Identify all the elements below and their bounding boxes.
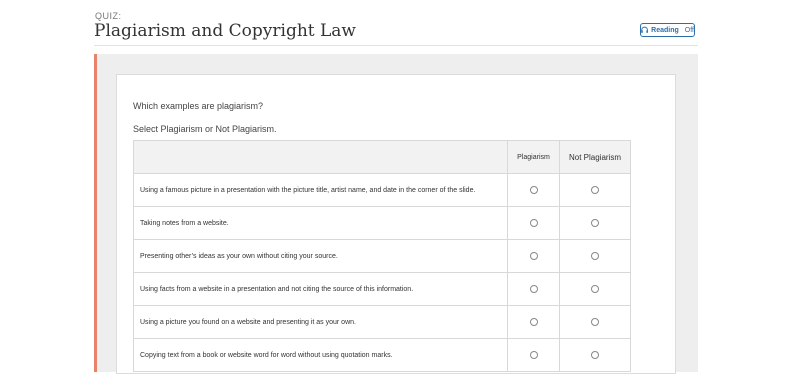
reading-state: Off bbox=[684, 26, 694, 34]
radio-button[interactable] bbox=[529, 186, 538, 194]
radio-button[interactable] bbox=[529, 351, 538, 359]
table-header-row: Plagiarism Not Plagiarism bbox=[133, 140, 631, 174]
quiz-content-area: Which examples are plagiarism? Select Pl… bbox=[94, 54, 698, 374]
radio-button[interactable] bbox=[529, 285, 538, 293]
radio-button[interactable] bbox=[591, 252, 599, 260]
question-card: Which examples are plagiarism? Select Pl… bbox=[116, 74, 676, 374]
radio-button[interactable] bbox=[591, 285, 599, 293]
statement-text: Presenting other’s ideas as your own wit… bbox=[133, 239, 508, 273]
plagiarism-option[interactable] bbox=[507, 305, 560, 339]
question-prompt: Which examples are plagiarism? bbox=[133, 101, 264, 111]
radio-button[interactable] bbox=[591, 318, 599, 326]
radio-button[interactable] bbox=[529, 252, 538, 260]
plagiarism-column-header: Plagiarism bbox=[507, 140, 560, 174]
reading-label: Reading bbox=[651, 26, 679, 34]
radio-button[interactable] bbox=[591, 219, 599, 227]
accent-bar bbox=[94, 54, 97, 372]
reading-toggle-button[interactable]: Reading Off bbox=[640, 23, 695, 37]
not-plagiarism-option[interactable] bbox=[559, 272, 631, 306]
plagiarism-option[interactable] bbox=[507, 173, 560, 207]
radio-button[interactable] bbox=[529, 318, 538, 326]
plagiarism-option[interactable] bbox=[507, 272, 560, 306]
not-plagiarism-option[interactable] bbox=[559, 206, 631, 240]
answer-table: Plagiarism Not Plagiarism Using a famous… bbox=[133, 140, 631, 372]
statement-text: Using a picture you found on a website a… bbox=[133, 305, 508, 339]
radio-button[interactable] bbox=[591, 186, 599, 194]
table-row: Presenting other’s ideas as your own wit… bbox=[133, 239, 631, 273]
page-title: Plagiarism and Copyright Law bbox=[94, 21, 356, 41]
statement-column-header bbox=[133, 140, 508, 174]
radio-button[interactable] bbox=[529, 219, 538, 227]
not-plagiarism-option[interactable] bbox=[559, 305, 631, 339]
statement-text: Copying text from a book or website word… bbox=[133, 338, 508, 372]
plagiarism-option[interactable] bbox=[507, 239, 560, 273]
not-plagiarism-option[interactable] bbox=[559, 173, 631, 207]
table-row: Using a picture you found on a website a… bbox=[133, 305, 631, 339]
table-row: Using facts from a website in a presenta… bbox=[133, 272, 631, 306]
plagiarism-option[interactable] bbox=[507, 338, 560, 372]
not-plagiarism-column-header: Not Plagiarism bbox=[559, 140, 631, 174]
table-row: Taking notes from a website. bbox=[133, 206, 631, 240]
statement-text: Taking notes from a website. bbox=[133, 206, 508, 240]
quiz-label: QUIZ: bbox=[95, 11, 122, 21]
header-divider bbox=[94, 45, 698, 46]
question-instruction: Select Plagiarism or Not Plagiarism. bbox=[133, 124, 277, 134]
not-plagiarism-option[interactable] bbox=[559, 338, 631, 372]
table-row: Using a famous picture in a presentation… bbox=[133, 173, 631, 207]
plagiarism-option[interactable] bbox=[507, 206, 560, 240]
table-row: Copying text from a book or website word… bbox=[133, 338, 631, 372]
statement-text: Using facts from a website in a presenta… bbox=[133, 272, 508, 306]
statement-text: Using a famous picture in a presentation… bbox=[133, 173, 508, 207]
radio-button[interactable] bbox=[591, 351, 599, 359]
not-plagiarism-option[interactable] bbox=[559, 239, 631, 273]
headphones-icon bbox=[641, 26, 648, 33]
